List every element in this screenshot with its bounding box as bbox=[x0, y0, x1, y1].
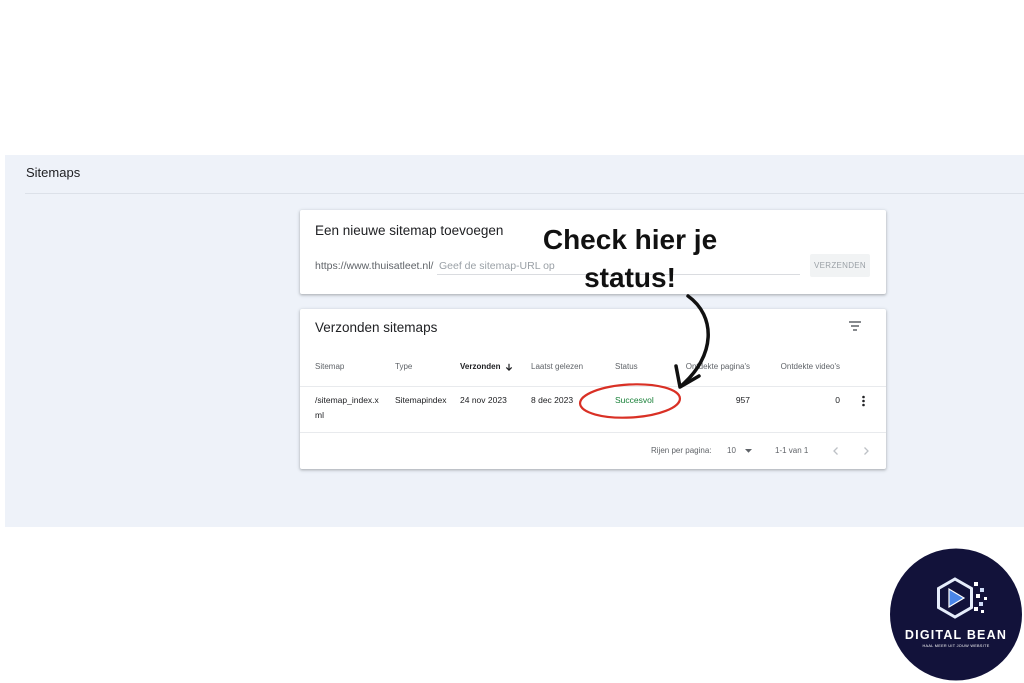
logo-wordmark: DIGITAL BEAN bbox=[905, 628, 1007, 642]
rows-per-page-value: 10 bbox=[727, 446, 736, 455]
cell-status: Succesvol bbox=[615, 395, 654, 405]
column-header-last-read[interactable]: Laatst gelezen bbox=[531, 361, 583, 373]
logo-tagline: HAAL MEER UIT JOUW WEBSITE bbox=[922, 644, 989, 648]
row-menu-button[interactable] bbox=[860, 394, 867, 408]
submitted-sitemaps-title: Verzonden sitemaps bbox=[315, 320, 438, 335]
dropdown-arrow-icon bbox=[745, 449, 752, 453]
table-header: Sitemap Type Verzonden Laatst gelezen St… bbox=[300, 355, 886, 386]
column-header-discovered-pages[interactable]: Ontdekte pagina's bbox=[686, 361, 750, 373]
rows-per-page-label: Rijen per pagina: bbox=[651, 446, 712, 455]
table-pagination: Rijen per pagina: 10 1-1 van 1 bbox=[300, 433, 886, 469]
filter-button[interactable] bbox=[847, 318, 863, 334]
logo-badge bbox=[890, 548, 1022, 681]
header-divider bbox=[25, 193, 1024, 194]
column-header-submitted-label: Verzonden bbox=[460, 362, 501, 371]
cell-last-read: 8 dec 2023 bbox=[531, 395, 574, 405]
column-header-sitemap[interactable]: Sitemap bbox=[315, 361, 344, 373]
more-vert-icon bbox=[862, 395, 865, 407]
filter-icon bbox=[849, 321, 861, 331]
arrow-down-icon bbox=[506, 363, 513, 371]
next-page-button[interactable] bbox=[862, 446, 870, 456]
page-title: Sitemaps bbox=[26, 165, 81, 180]
column-header-type[interactable]: Type bbox=[395, 361, 412, 373]
submit-sitemap-button[interactable]: VERZENDEN bbox=[810, 254, 870, 277]
cell-discovered-videos: 0 bbox=[835, 395, 840, 405]
url-prefix: https://www.thuisatleet.nl/ bbox=[315, 260, 434, 272]
pagination-range: 1-1 van 1 bbox=[775, 446, 809, 455]
sitemaps-panel: Sitemaps Een nieuwe sitemap toevoegen ht… bbox=[5, 155, 1024, 527]
add-sitemap-title: Een nieuwe sitemap toevoegen bbox=[315, 223, 504, 238]
cell-type: Sitemapindex bbox=[395, 395, 447, 405]
column-header-discovered-videos[interactable]: Ontdekte video's bbox=[781, 361, 840, 373]
digital-bean-logo: DIGITAL BEAN HAAL MEER UIT JOUW WEBSITE bbox=[890, 548, 1022, 681]
rows-per-page-select[interactable]: 10 bbox=[724, 443, 756, 459]
cell-submitted: 24 nov 2023 bbox=[460, 395, 507, 405]
submitted-sitemaps-card: Verzonden sitemaps Sitemap Type Verzonde… bbox=[300, 309, 886, 469]
cell-discovered-pages: 957 bbox=[735, 395, 750, 405]
previous-page-button[interactable] bbox=[832, 446, 840, 456]
chevron-left-icon bbox=[833, 447, 838, 455]
column-header-submitted[interactable]: Verzonden bbox=[460, 361, 513, 373]
table-row[interactable]: /sitemap_index.xml Sitemapindex 24 nov 2… bbox=[300, 387, 886, 432]
cell-sitemap: /sitemap_index.xml bbox=[315, 395, 379, 420]
chevron-right-icon bbox=[864, 447, 869, 455]
callout-text: Check hier je status! bbox=[542, 224, 718, 293]
column-header-status[interactable]: Status bbox=[615, 361, 638, 373]
